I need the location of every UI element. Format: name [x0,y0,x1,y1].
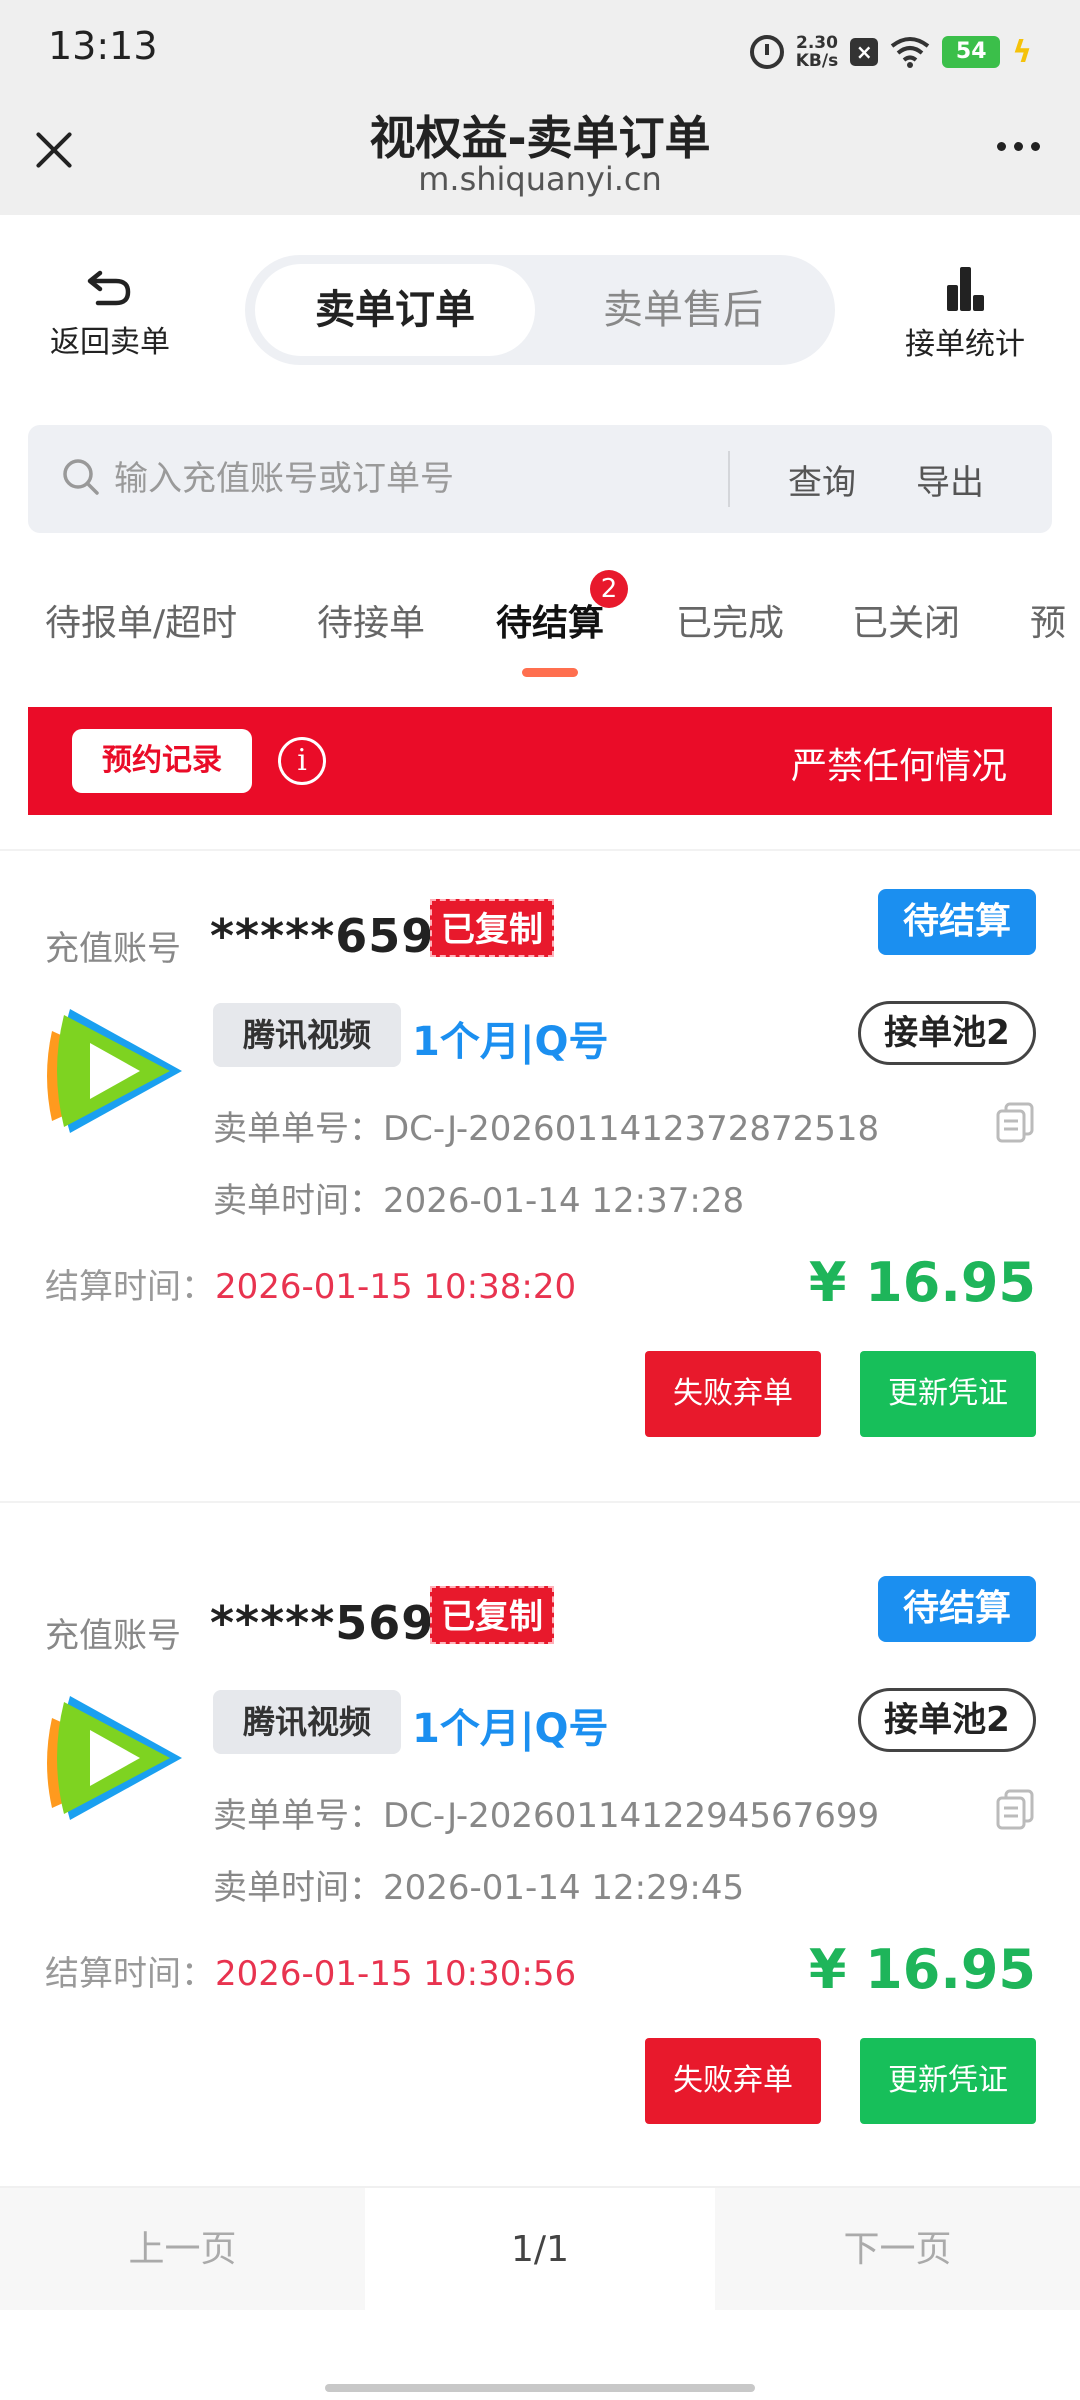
tab-pending-settle[interactable]: 待结算 [496,594,604,646]
page-indicator: 1/1 [365,2188,715,2312]
segment-control: 卖单订单 卖单售后 [245,255,835,365]
tab-pending-accept[interactable]: 待接单 [317,594,425,646]
page-title: 视权益-卖单订单 [369,111,711,165]
info-icon[interactable]: i [278,737,326,785]
settle-time-row: 结算时间：2026-01-15 10:30:56 [45,1954,577,1994]
search-input[interactable] [114,449,734,509]
notice-text: 严禁任何情况 [790,746,1007,787]
account-label: 充值账号 [45,929,181,969]
title-bar: 视权益-卖单订单 m.shiquanyi.cn [0,100,1080,215]
bar-chart-icon [941,265,989,311]
update-proof-button[interactable]: 更新凭证 [860,1351,1036,1437]
account-value: *****659 [210,909,435,963]
page-url: m.shiquanyi.cn [418,160,662,198]
pool-tag: 接单池2 [858,1688,1036,1752]
segment-sell-orders[interactable]: 卖单订单 [255,264,535,356]
order-card: 充值账号 *****569 已复制 待结算 腾讯视频 1个月|Q号 接单池2 卖… [0,1538,1080,2188]
tencent-video-icon [47,1696,182,1820]
settle-time: 2026-01-15 10:30:56 [215,1954,577,1994]
copy-icon[interactable] [994,1101,1036,1143]
reservation-records-button[interactable]: 预约记录 [72,729,252,793]
tab-completed[interactable]: 已完成 [676,594,784,646]
wifi-icon [890,37,930,68]
toolbar: 返回卖单 卖单订单 卖单售后 接单统计 [0,215,1080,415]
order-card: 充值账号 *****659 已复制 待结算 腾讯视频 1个月|Q号 接单池2 卖… [0,851,1080,1501]
tab-count-badge: 2 [590,570,628,608]
settle-time-row: 结算时间：2026-01-15 10:38:20 [45,1267,577,1307]
pool-tag: 接单池2 [858,1001,1036,1065]
status-badge: 待结算 [878,1576,1036,1642]
fail-abandon-button[interactable]: 失败弃单 [645,1351,821,1437]
alarm-icon [749,35,784,69]
status-tabs: 待报单/超时 待接单 待结算 2 已完成 已关闭 预 [0,560,1080,680]
order-price: ¥ 16.95 [808,1938,1036,2001]
settle-time: 2026-01-15 10:38:20 [215,1267,577,1307]
search-divider [728,451,730,507]
notification-icon: × [850,38,879,66]
account-value: *****569 [210,1596,435,1650]
tab-closed[interactable]: 已关闭 [852,594,960,646]
prev-page-button[interactable]: 上一页 [0,2188,365,2312]
status-bar: 13:13 2.30 KB/s × 54 ϟ [0,0,1080,100]
undo-arrow-icon [86,265,134,307]
next-page-button[interactable]: 下一页 [715,2188,1080,2312]
active-tab-indicator [522,668,578,677]
tab-pending-report[interactable]: 待报单/超时 [45,594,237,646]
update-proof-button[interactable]: 更新凭证 [860,2038,1036,2124]
product-name: 1个月|Q号 [412,1019,609,1065]
more-icon[interactable] [997,142,1040,151]
order-number: 卖单单号：DC-J-2026011412372872518 [213,1109,880,1149]
status-badge: 待结算 [878,889,1036,955]
account-label: 充值账号 [45,1616,181,1656]
stats-label: 接单统计 [905,327,1025,362]
divider [0,1501,1080,1503]
status-icons: 2.30 KB/s × 54 ϟ [749,26,1032,78]
product-name: 1个月|Q号 [412,1706,609,1752]
net-speed: 2.30 KB/s [795,33,839,71]
tencent-video-icon [47,1009,182,1133]
search-bar: 查询 导出 [28,425,1052,533]
search-icon [63,459,99,495]
platform-tag: 腾讯视频 [213,1003,401,1067]
copied-tag[interactable]: 已复制 [430,899,554,957]
order-stats-button[interactable]: 接单统计 [880,265,1050,363]
pagination: 上一页 1/1 下一页 [0,2186,1080,2312]
export-button[interactable]: 导出 [916,455,984,504]
order-price: ¥ 16.95 [808,1251,1036,1314]
notice-banner: 预约记录 i 严禁任何情况 [28,707,1052,815]
order-time: 卖单时间：2026-01-14 12:29:45 [213,1868,745,1908]
segment-after-sales[interactable]: 卖单售后 [543,264,823,356]
tab-reserved[interactable]: 预 [1030,594,1066,646]
copied-tag[interactable]: 已复制 [430,1586,554,1644]
fail-abandon-button[interactable]: 失败弃单 [645,2038,821,2124]
copy-icon[interactable] [994,1788,1036,1830]
battery-icon: 54 [942,36,1001,68]
home-indicator[interactable] [325,2384,755,2392]
order-number: 卖单单号：DC-J-2026011412294567699 [213,1796,880,1836]
query-button[interactable]: 查询 [788,455,856,504]
order-time: 卖单时间：2026-01-14 12:37:28 [213,1181,745,1221]
status-time: 13:13 [48,24,158,68]
platform-tag: 腾讯视频 [213,1690,401,1754]
back-label: 返回卖单 [50,325,170,360]
back-to-sell-button[interactable]: 返回卖单 [40,265,180,361]
charging-icon: ϟ [1012,34,1032,70]
